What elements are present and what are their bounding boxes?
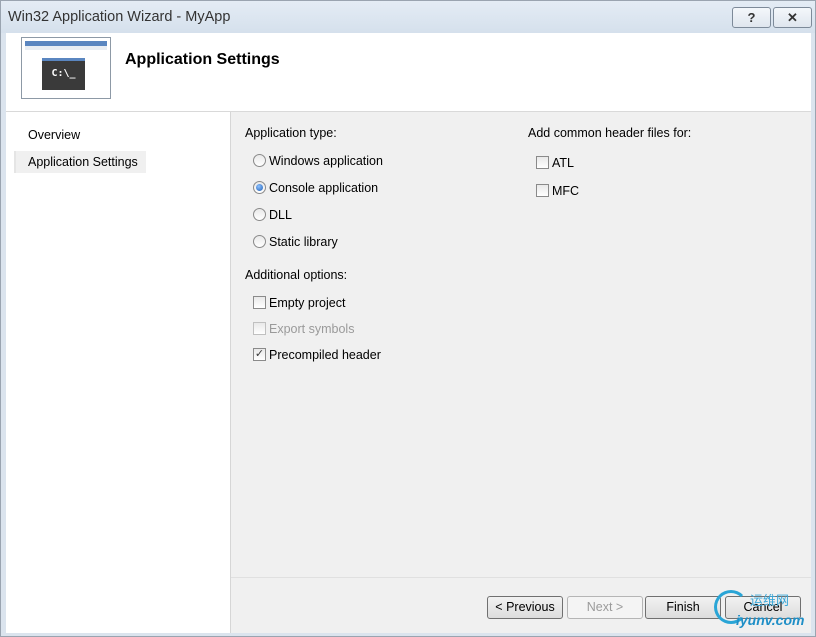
dialog-client: C:\_ Application Settings Overview Appli… bbox=[6, 33, 811, 633]
next-button[interactable]: Next > bbox=[567, 596, 643, 619]
checkmark-icon[interactable]: ✓ bbox=[253, 348, 266, 361]
radio-circle[interactable] bbox=[253, 208, 266, 221]
help-button[interactable]: ? bbox=[732, 7, 771, 28]
checkbox-box[interactable] bbox=[536, 184, 549, 197]
title-bar[interactable]: Win32 Application Wizard - MyApp ? ✕ bbox=[1, 1, 815, 33]
radio-label: Console application bbox=[269, 181, 379, 195]
wizard-window: Win32 Application Wizard - MyApp ? ✕ C:\… bbox=[0, 0, 816, 637]
nav-item-application-settings[interactable]: Application Settings bbox=[14, 151, 146, 173]
window-title: Win32 Application Wizard - MyApp bbox=[8, 9, 231, 25]
previous-button[interactable]: < Previous bbox=[487, 596, 563, 619]
close-icon: ✕ bbox=[787, 10, 798, 25]
footer-divider bbox=[231, 577, 811, 578]
additional-options-label: Additional options: bbox=[245, 268, 348, 282]
radio-label: Windows application bbox=[269, 154, 383, 168]
radio-circle[interactable] bbox=[253, 235, 266, 248]
icon-menubar bbox=[25, 46, 107, 50]
radio-dot bbox=[256, 184, 263, 191]
checkbox-box[interactable] bbox=[536, 156, 549, 169]
app-type-label: Application type: bbox=[245, 126, 337, 140]
settings-panel: Application type: Windows application Co… bbox=[231, 112, 811, 633]
radio-circle[interactable] bbox=[253, 154, 266, 167]
help-icon: ? bbox=[747, 10, 756, 25]
wizard-nav: Overview Application Settings bbox=[6, 112, 231, 633]
icon-console-prompt: C:\_ bbox=[42, 58, 85, 90]
checkbox-label: ATL bbox=[552, 156, 574, 170]
header-files-label: Add common header files for: bbox=[528, 126, 692, 140]
checkbox-label: Precompiled header bbox=[269, 348, 381, 362]
cancel-button[interactable]: Cancel bbox=[725, 596, 801, 619]
console-app-icon: C:\_ bbox=[21, 37, 111, 99]
checkbox-label: Empty project bbox=[269, 296, 346, 310]
radio-label: Static library bbox=[269, 235, 338, 249]
checkbox-label: Export symbols bbox=[269, 322, 355, 336]
checkbox-box-disabled bbox=[253, 322, 266, 335]
checkbox-label: MFC bbox=[552, 184, 580, 198]
checkbox-box[interactable] bbox=[253, 296, 266, 309]
close-button[interactable]: ✕ bbox=[773, 7, 812, 28]
nav-item-overview[interactable]: Overview bbox=[16, 124, 88, 146]
wizard-header: C:\_ Application Settings bbox=[6, 33, 811, 111]
page-title: Application Settings bbox=[125, 51, 280, 68]
radio-circle-selected[interactable] bbox=[253, 181, 266, 194]
radio-label: DLL bbox=[269, 208, 292, 222]
finish-button[interactable]: Finish bbox=[645, 596, 721, 619]
